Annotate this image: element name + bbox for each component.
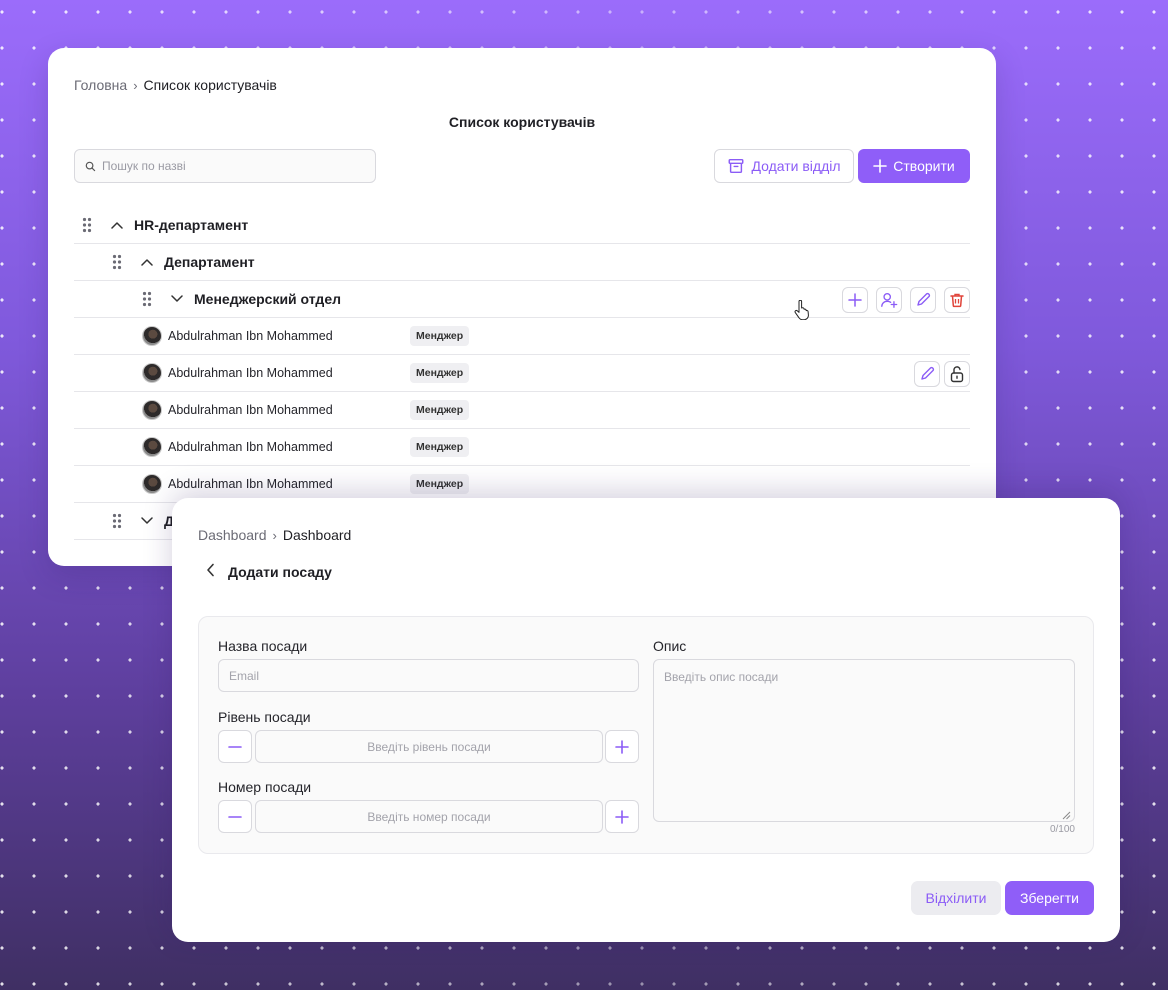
add-subitem-button[interactable] xyxy=(842,287,868,313)
users-list-card: Головна › Список користувачів Список кор… xyxy=(48,48,996,566)
hand-cursor-icon xyxy=(794,299,810,325)
add-position-card: Dashboard › Dashboard Додати посаду Назв… xyxy=(172,498,1120,942)
create-button[interactable]: Створити xyxy=(858,149,970,183)
breadcrumb-separator-icon: › xyxy=(272,527,277,543)
search-input[interactable] xyxy=(102,159,362,173)
create-label: Створити xyxy=(893,158,955,174)
table-row[interactable]: Abdulrahman Ibn Mohammed Менджер xyxy=(74,429,970,466)
edit-user-button[interactable] xyxy=(914,361,940,387)
breadcrumb: Головна › Список користувачів xyxy=(74,77,277,93)
position-name-label: Назва посади xyxy=(218,638,308,654)
unlock-button[interactable] xyxy=(944,361,970,387)
chevron-down-icon[interactable] xyxy=(140,517,154,525)
minus-icon xyxy=(228,745,242,748)
chevron-up-icon[interactable] xyxy=(110,221,124,229)
pencil-icon xyxy=(921,366,935,380)
user-name: Abdulrahman Ibn Mohammed xyxy=(168,403,333,417)
role-badge: Менджер xyxy=(410,474,470,494)
number-decrement-button[interactable] xyxy=(218,800,252,833)
archive-icon xyxy=(728,158,744,174)
breadcrumb-current: Dashboard xyxy=(282,527,352,543)
plus-icon xyxy=(615,739,629,754)
position-number-input[interactable] xyxy=(255,800,603,833)
plus-icon xyxy=(615,809,629,824)
position-name-input[interactable] xyxy=(218,659,639,692)
breadcrumb-separator-icon: › xyxy=(133,77,138,93)
resize-handle-icon[interactable] xyxy=(1061,807,1071,825)
save-button[interactable]: Зберегти xyxy=(1005,881,1094,915)
drag-handle-icon[interactable] xyxy=(110,254,124,270)
avatar xyxy=(142,400,162,420)
row-actions xyxy=(842,287,970,313)
plus-icon xyxy=(873,159,888,173)
chevron-down-icon[interactable] xyxy=(170,295,184,303)
breadcrumb-home[interactable]: Головна xyxy=(74,77,127,93)
tree-row-department[interactable]: Департамент xyxy=(74,244,970,281)
user-name: Abdulrahman Ibn Mohammed xyxy=(168,366,333,380)
breadcrumb-current: Список користувачів xyxy=(143,77,277,93)
form-title: Додати посаду xyxy=(228,563,332,580)
plus-icon xyxy=(848,293,862,307)
table-row[interactable]: Abdulrahman Ibn Mohammed Менджер xyxy=(74,355,970,392)
user-name: Abdulrahman Ibn Mohammed xyxy=(168,477,333,491)
char-counter: 0/100 xyxy=(1049,824,1075,835)
tree-label: Менеджерский отдел xyxy=(194,291,341,307)
role-badge: Менджер xyxy=(410,363,470,383)
delete-button[interactable] xyxy=(944,287,970,313)
chevron-left-icon[interactable] xyxy=(206,563,216,580)
table-row[interactable]: Abdulrahman Ibn Mohammed Менджер xyxy=(74,318,970,355)
page-title: Список користувачів xyxy=(448,114,596,130)
role-badge: Менджер xyxy=(410,437,470,457)
avatar xyxy=(142,437,162,457)
user-name: Abdulrahman Ibn Mohammed xyxy=(168,329,333,343)
role-badge: Менджер xyxy=(410,326,470,346)
position-form: Назва посади Рівень посади Номер посади … xyxy=(198,616,1094,854)
cancel-button[interactable]: Відхілити xyxy=(911,881,1001,915)
description-textarea[interactable] xyxy=(653,659,1075,822)
add-department-label: Додати відділ xyxy=(751,158,841,174)
avatar xyxy=(142,326,162,346)
add-department-button[interactable]: Додати відділ xyxy=(714,149,854,183)
department-tree: HR-департамент Департамент Менеджерский … xyxy=(74,207,970,540)
add-user-button[interactable] xyxy=(876,287,902,313)
minus-icon xyxy=(228,815,242,818)
role-badge: Менджер xyxy=(410,400,470,420)
breadcrumb-root[interactable]: Dashboard xyxy=(198,527,267,543)
table-row[interactable]: Abdulrahman Ibn Mohammed Менджер xyxy=(74,392,970,429)
description-label: Опис xyxy=(653,638,687,654)
edit-button[interactable] xyxy=(910,287,936,313)
avatar xyxy=(142,363,162,383)
position-number-label: Номер посади xyxy=(218,779,312,795)
tree-row-manager-dept[interactable]: Менеджерский отдел xyxy=(74,281,970,318)
chevron-up-icon[interactable] xyxy=(140,258,154,266)
form-header: Додати посаду xyxy=(206,563,332,580)
position-level-input[interactable] xyxy=(255,730,603,763)
user-plus-icon xyxy=(881,293,898,308)
drag-handle-icon[interactable] xyxy=(140,291,154,307)
breadcrumb: Dashboard › Dashboard xyxy=(198,527,351,543)
avatar xyxy=(142,474,162,494)
search-field[interactable] xyxy=(74,149,376,183)
drag-handle-icon[interactable] xyxy=(110,513,124,529)
search-icon xyxy=(85,161,96,171)
user-name: Abdulrahman Ibn Mohammed xyxy=(168,440,333,454)
level-increment-button[interactable] xyxy=(605,730,639,763)
level-decrement-button[interactable] xyxy=(218,730,252,763)
unlock-icon xyxy=(950,366,964,383)
row-actions xyxy=(914,361,970,387)
tree-row-hr-department[interactable]: HR-департамент xyxy=(74,207,970,244)
number-increment-button[interactable] xyxy=(605,800,639,833)
tree-label: HR-департамент xyxy=(134,217,249,233)
trash-icon xyxy=(950,293,964,308)
pencil-icon xyxy=(917,292,931,306)
drag-handle-icon[interactable] xyxy=(80,217,94,233)
tree-label: Департамент xyxy=(164,254,255,270)
position-level-label: Рівень посади xyxy=(218,709,311,725)
